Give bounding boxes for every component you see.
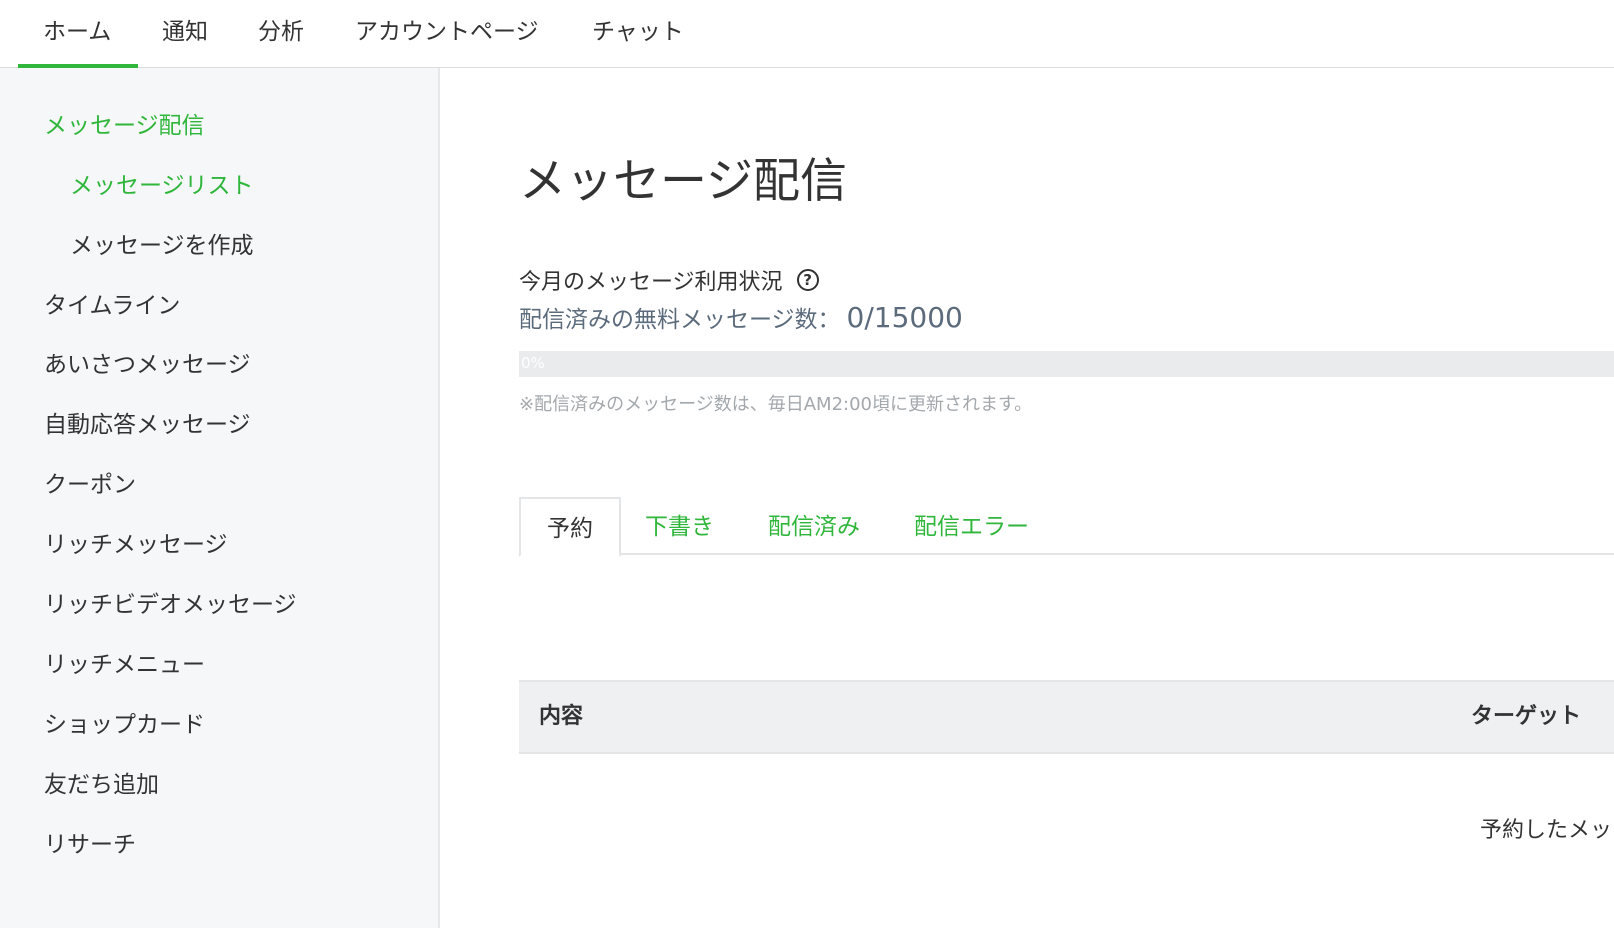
sidebar-item-message-delivery[interactable]: メッセージ配信	[44, 106, 205, 140]
sidebar-item-greeting-message[interactable]: あいさつメッセージ	[44, 345, 251, 379]
sidebar-item-coupon[interactable]: クーポン	[44, 465, 136, 499]
help-icon[interactable]: ?	[796, 269, 819, 291]
sidebar-item-auto-response[interactable]: 自動応答メッセージ	[44, 405, 251, 439]
sent-count-value: 0/15000	[846, 301, 963, 334]
tab-delivery-errors[interactable]: 配信エラー	[914, 497, 1029, 555]
progress-percent-label: 0%	[521, 354, 545, 372]
nav-tab-home[interactable]: ホーム	[17, 0, 139, 68]
sidebar-item-rich-video-message[interactable]: リッチビデオメッセージ	[44, 585, 297, 619]
usage-progress-bar: 0%	[519, 351, 1614, 377]
tab-scheduled[interactable]: 予約	[519, 497, 621, 557]
nav-tab-analytics[interactable]: 分析	[258, 0, 304, 68]
message-status-tabs: 予約 下書き 配信済み 配信エラー	[519, 497, 1614, 557]
sidebar-item-timeline[interactable]: タイムライン	[44, 286, 180, 320]
nav-tab-chat[interactable]: チャット	[592, 0, 684, 68]
tab-sent[interactable]: 配信済み	[768, 497, 860, 555]
usage-count: 配信済みの無料メッセージ数： 0/15000	[519, 300, 963, 334]
sidebar-item-create-message[interactable]: メッセージを作成	[70, 226, 254, 260]
page-title: メッセージ配信	[519, 154, 848, 209]
empty-state-message: 予約したメッ	[1480, 818, 1613, 843]
top-nav: ホーム 通知 分析 アカウントページ チャット	[0, 0, 1614, 68]
nav-tab-account-page[interactable]: アカウントページ	[355, 0, 539, 68]
sidebar: メッセージ配信 メッセージリスト メッセージを作成 タイムライン あいさつメッセ…	[0, 68, 440, 928]
sidebar-item-rich-menu[interactable]: リッチメニュー	[44, 645, 205, 679]
sidebar-item-research[interactable]: リサーチ	[44, 825, 136, 859]
main-content: メッセージ配信 今月のメッセージ利用状況 ? 配信済みの無料メッセージ数： 0/1…	[442, 68, 1614, 928]
sidebar-item-shop-card[interactable]: ショップカード	[44, 705, 205, 739]
tab-drafts[interactable]: 下書き	[645, 497, 714, 555]
column-header-target[interactable]: ターゲット	[1471, 682, 1581, 752]
sent-count-label: 配信済みの無料メッセージ数：	[519, 307, 841, 333]
nav-tab-notifications[interactable]: 通知	[162, 0, 208, 68]
sidebar-item-message-list[interactable]: メッセージリスト	[70, 166, 254, 200]
update-note: ※配信済みのメッセージ数は、毎日AM2:00頃に更新されます。	[519, 394, 1033, 415]
table-header: 内容 ターゲット	[519, 680, 1614, 754]
usage-heading-text: 今月のメッセージ利用状況	[519, 270, 783, 295]
usage-heading: 今月のメッセージ利用状況 ?	[519, 264, 819, 296]
sidebar-item-rich-message[interactable]: リッチメッセージ	[44, 525, 228, 559]
sidebar-item-add-friends[interactable]: 友だち追加	[44, 765, 159, 799]
column-header-content[interactable]: 内容	[539, 682, 583, 752]
